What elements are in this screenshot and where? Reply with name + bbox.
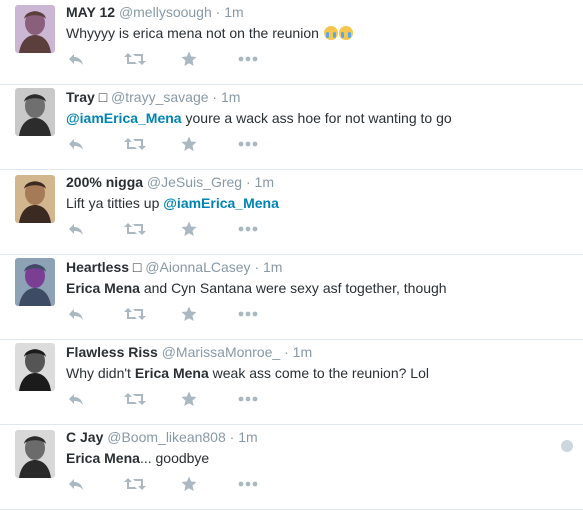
separator-dot: ·	[208, 89, 221, 105]
reply-icon[interactable]	[67, 50, 124, 68]
tweet-item[interactable]: Tray □ @trayy_savage · 1m @iamErica_Mena …	[0, 85, 583, 170]
timestamp[interactable]: 1m	[221, 89, 240, 105]
separator-dot: ·	[250, 259, 264, 275]
user-handle[interactable]: @AionnaLCasey	[145, 259, 250, 275]
dismiss-icon[interactable]	[561, 440, 573, 452]
tweet-content: Heartless □ @AionnaLCasey · 1m Erica Mena…	[66, 258, 563, 298]
user-handle[interactable]: @trayy_savage	[111, 89, 208, 105]
avatar[interactable]	[15, 343, 55, 391]
highlighted-term: Erica Mena	[66, 280, 140, 296]
tweet-content: 200% nigga @JeSuis_Greg · 1m Lift ya titt…	[66, 173, 563, 213]
highlighted-term: Erica Mena	[134, 365, 209, 381]
favorite-icon[interactable]	[181, 50, 238, 68]
favorite-icon[interactable]	[181, 475, 238, 493]
favorite-icon[interactable]	[181, 305, 238, 323]
tweet-text: Why didn't Erica Mena weak ass come to t…	[66, 364, 563, 383]
tweet-content: C Jay @Boom_likean808 · 1m Erica Mena... …	[66, 428, 563, 468]
more-icon[interactable]	[238, 390, 295, 408]
tweet-text: @iamErica_Mena youre a wack ass hoe for …	[66, 109, 563, 128]
separator-dot: ·	[280, 344, 293, 360]
display-name[interactable]: Tray □	[66, 89, 107, 105]
tweet-content: Tray □ @trayy_savage · 1m @iamErica_Mena …	[66, 88, 563, 128]
retweet-icon[interactable]	[124, 390, 181, 408]
user-handle[interactable]: @JeSuis_Greg	[147, 174, 242, 190]
retweet-icon[interactable]	[124, 50, 181, 68]
tweet-content: MAY 12 @mellysoough · 1m Whyyyy is erica …	[66, 3, 563, 43]
mention-link[interactable]: @iamErica_Mena	[163, 195, 279, 211]
tweet-actions	[67, 305, 295, 323]
tweet-text-segment: youre a wack ass hoe for not wanting to …	[181, 110, 452, 126]
tweet-item[interactable]: MAY 12 @mellysoough · 1m Whyyyy is erica …	[0, 0, 583, 85]
avatar[interactable]	[15, 430, 55, 478]
tweet-text-segment: and Cyn Santana were sexy asf together, …	[139, 280, 447, 296]
display-name[interactable]: 200% nigga	[66, 174, 143, 190]
avatar[interactable]	[15, 88, 55, 136]
favorite-icon[interactable]	[181, 135, 238, 153]
tweet-actions	[67, 475, 295, 493]
user-handle[interactable]: @mellysoough	[119, 4, 212, 20]
timestamp[interactable]: 1m	[224, 4, 243, 20]
tweet-text: Erica Mena and Cyn Santana were sexy asf…	[66, 279, 563, 298]
timestamp[interactable]: 1m	[293, 344, 312, 360]
timestamp[interactable]: 1m	[263, 259, 282, 275]
tweet-text-segment: Why didn't	[66, 365, 135, 381]
avatar[interactable]	[15, 5, 55, 53]
user-handle[interactable]: @MarissaMonroe_	[162, 344, 280, 360]
tweet-actions	[67, 220, 295, 238]
separator-dot: ·	[211, 4, 225, 20]
tweet-header: MAY 12 @mellysoough · 1m	[66, 3, 563, 21]
reply-icon[interactable]	[67, 390, 124, 408]
tweet-text: Whyyyy is erica mena not on the reunion	[66, 24, 563, 43]
tweet-text-segment: Whyyyy is erica mena not on the reunion	[66, 25, 323, 41]
tweet-item[interactable]: 200% nigga @JeSuis_Greg · 1m Lift ya titt…	[0, 170, 583, 255]
tweet-text: Erica Mena... goodbye	[66, 449, 563, 468]
tweet-text-segment: ... goodbye	[139, 450, 210, 466]
reply-icon[interactable]	[67, 220, 124, 238]
more-icon[interactable]	[238, 305, 295, 323]
avatar[interactable]	[15, 258, 55, 306]
more-icon[interactable]	[238, 220, 295, 238]
tweet-actions	[67, 50, 295, 68]
timestamp[interactable]: 1m	[238, 429, 257, 445]
display-name[interactable]: Flawless Riss	[66, 344, 158, 360]
tweet-item[interactable]: C Jay @Boom_likean808 · 1m Erica Mena... …	[0, 425, 583, 510]
more-icon[interactable]	[238, 135, 295, 153]
retweet-icon[interactable]	[124, 305, 181, 323]
tweet-header: Flawless Riss @MarissaMonroe_ · 1m	[66, 343, 563, 361]
tweet-text-segment: Lift ya titties up	[66, 195, 164, 211]
tweet-header: 200% nigga @JeSuis_Greg · 1m	[66, 173, 563, 191]
tweet-header: C Jay @Boom_likean808 · 1m	[66, 428, 563, 446]
retweet-icon[interactable]	[124, 475, 181, 493]
separator-dot: ·	[225, 429, 239, 445]
reply-icon[interactable]	[67, 475, 124, 493]
more-icon[interactable]	[238, 50, 295, 68]
timestamp[interactable]: 1m	[255, 174, 274, 190]
display-name[interactable]: Heartless □	[66, 259, 141, 275]
crying-emoji-icon	[323, 26, 338, 40]
tweet-actions	[67, 390, 295, 408]
tweet-text: Lift ya titties up @iamErica_Mena	[66, 194, 563, 213]
user-handle[interactable]: @Boom_likean808	[107, 429, 226, 445]
tweet-item[interactable]: Heartless □ @AionnaLCasey · 1m Erica Mena…	[0, 255, 583, 340]
tweet-item[interactable]: Flawless Riss @MarissaMonroe_ · 1m Why di…	[0, 340, 583, 425]
tweet-header: Tray □ @trayy_savage · 1m	[66, 88, 563, 106]
separator-dot: ·	[242, 174, 255, 190]
display-name[interactable]: MAY 12	[66, 4, 115, 20]
favorite-icon[interactable]	[181, 390, 238, 408]
tweet-text-segment: weak ass come to the reunion? Lol	[208, 365, 429, 381]
crying-emoji-icon	[338, 26, 353, 40]
mention-link[interactable]: @iamErica_Mena	[66, 110, 182, 126]
tweet-content: Flawless Riss @MarissaMonroe_ · 1m Why di…	[66, 343, 563, 383]
more-icon[interactable]	[238, 475, 295, 493]
tweet-header: Heartless □ @AionnaLCasey · 1m	[66, 258, 563, 276]
retweet-icon[interactable]	[124, 220, 181, 238]
reply-icon[interactable]	[67, 135, 124, 153]
tweet-actions	[67, 135, 295, 153]
retweet-icon[interactable]	[124, 135, 181, 153]
display-name[interactable]: C Jay	[66, 429, 103, 445]
favorite-icon[interactable]	[181, 220, 238, 238]
reply-icon[interactable]	[67, 305, 124, 323]
highlighted-term: Erica Mena	[66, 450, 140, 466]
avatar[interactable]	[15, 175, 55, 223]
